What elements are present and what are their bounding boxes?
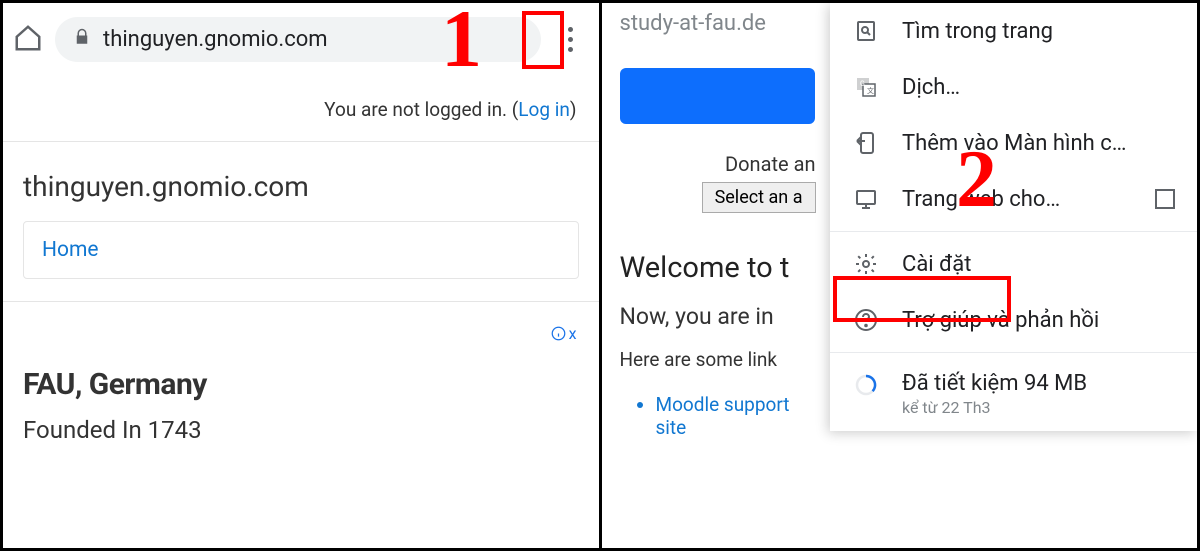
menu-divider [830, 231, 1197, 232]
nav-box: Home [23, 221, 579, 279]
browser-toolbar: thinguyen.gnomio.com [3, 3, 599, 76]
right-panel: study-at-fau.de Donate an Select an a We… [602, 3, 1198, 548]
nav-home-link[interactable]: Home [42, 238, 99, 262]
svg-text:G: G [860, 80, 865, 88]
login-link[interactable]: Log in [518, 98, 570, 121]
amount-select[interactable]: Select an a [702, 182, 816, 213]
here-text: Here are some link [620, 348, 822, 371]
annotation-step-1: 1 [441, 3, 482, 80]
data-since-text: kể từ 22 Th3 [902, 398, 1087, 417]
home-icon[interactable] [13, 23, 43, 57]
translate-icon: G文 [852, 73, 880, 101]
menu-desktop-site[interactable]: Trang web cho… [830, 171, 1197, 227]
find-icon [852, 17, 880, 45]
add-home-icon [852, 129, 880, 157]
primary-button[interactable] [620, 68, 815, 124]
menu-translate[interactable]: G文 Dịch… [830, 59, 1197, 115]
menu-data-saver[interactable]: Đã tiết kiệm 94 MB kể từ 22 Th3 [830, 357, 1197, 431]
url-text: thinguyen.gnomio.com [103, 27, 328, 52]
data-saver-icon [852, 371, 880, 399]
ad-headline: FAU, Germany [3, 345, 599, 406]
lock-icon [73, 27, 91, 52]
login-status: You are not logged in. (Log in) [3, 76, 599, 142]
welcome-heading: Welcome to t [620, 251, 822, 285]
url-hint-text: study-at-fau.de [620, 3, 822, 44]
now-text: Now, you are in [620, 303, 822, 330]
menu-label: Cài đặt [902, 252, 971, 277]
ad-info-icon: x [551, 324, 577, 343]
page-title: thinguyen.gnomio.com [3, 142, 599, 221]
ad-choices[interactable]: x [3, 301, 599, 345]
desktop-checkbox[interactable] [1155, 189, 1175, 209]
menu-label: Dịch… [902, 75, 960, 100]
donate-label: Donate an [620, 152, 822, 176]
support-link[interactable]: Moodle support site [656, 393, 822, 439]
menu-label: Tìm trong trang [902, 19, 1053, 44]
left-panel: thinguyen.gnomio.com 1 You are not logge… [3, 3, 602, 548]
gear-icon [852, 250, 880, 278]
svg-text:文: 文 [867, 86, 874, 95]
menu-divider [830, 352, 1197, 353]
desktop-icon [852, 185, 880, 213]
menu-label: Thêm vào Màn hình c… [902, 131, 1126, 156]
chrome-menu: Tìm trong trang G文 Dịch… Thêm vào Màn hì… [830, 3, 1197, 431]
menu-add-to-home[interactable]: Thêm vào Màn hình c… [830, 115, 1197, 171]
ad-subline: Founded In 1743 [3, 406, 599, 444]
annotation-highlight-2 [833, 276, 1011, 322]
annotation-highlight-1 [522, 11, 564, 69]
data-saved-text: Đã tiết kiệm 94 MB [902, 371, 1087, 396]
annotation-step-2: 2 [956, 138, 997, 220]
menu-find-in-page[interactable]: Tìm trong trang [830, 3, 1197, 59]
